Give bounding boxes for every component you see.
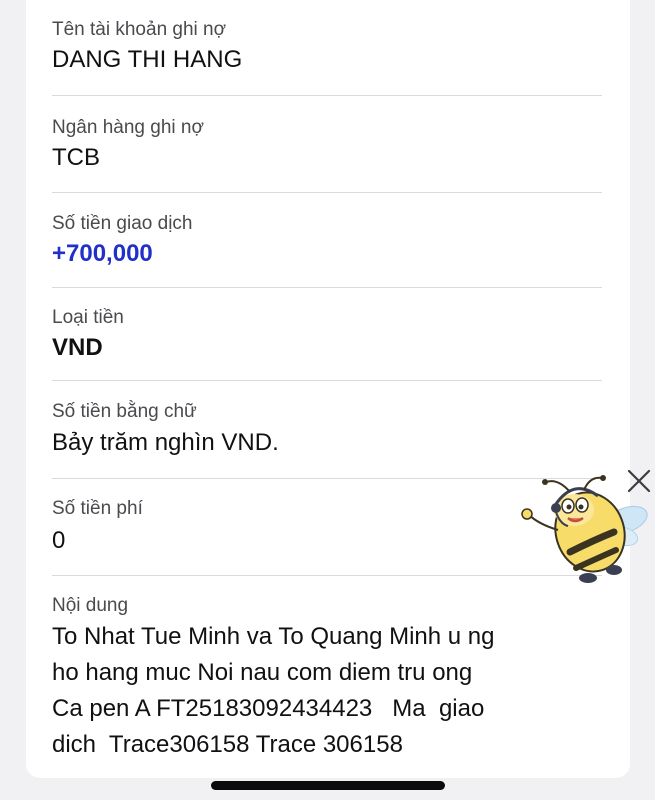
divider [52, 287, 602, 288]
fee-value: 0 [52, 527, 66, 554]
debit-bank-value: TCB [52, 144, 100, 171]
transaction-amount-label: Số tiền giao dịch [52, 213, 193, 234]
amount-in-words-label: Số tiền bằng chữ [52, 401, 197, 422]
transaction-detail-card: Tên tài khoản ghi nợ DANG THI HANG Ngân … [26, 0, 630, 778]
transaction-amount-value: +700,000 [52, 240, 153, 267]
divider [52, 95, 602, 96]
home-indicator[interactable] [211, 781, 445, 790]
content-label: Nội dung [52, 595, 129, 616]
debit-account-name-value: DANG THI HANG [52, 46, 243, 73]
content-value: To Nhat Tue Minh va To Quang Minh u ng h… [52, 623, 495, 758]
fee-label: Số tiền phí [52, 498, 143, 519]
currency-label: Loại tiền [52, 307, 124, 328]
close-icon[interactable] [626, 468, 652, 494]
amount-in-words-value: Bảy trăm nghìn VND. [52, 429, 279, 456]
debit-bank-label: Ngân hàng ghi nợ [52, 117, 204, 138]
divider [52, 192, 602, 193]
divider [52, 380, 602, 381]
debit-account-name-label: Tên tài khoản ghi nợ [52, 19, 227, 40]
currency-value: VND [52, 334, 103, 361]
